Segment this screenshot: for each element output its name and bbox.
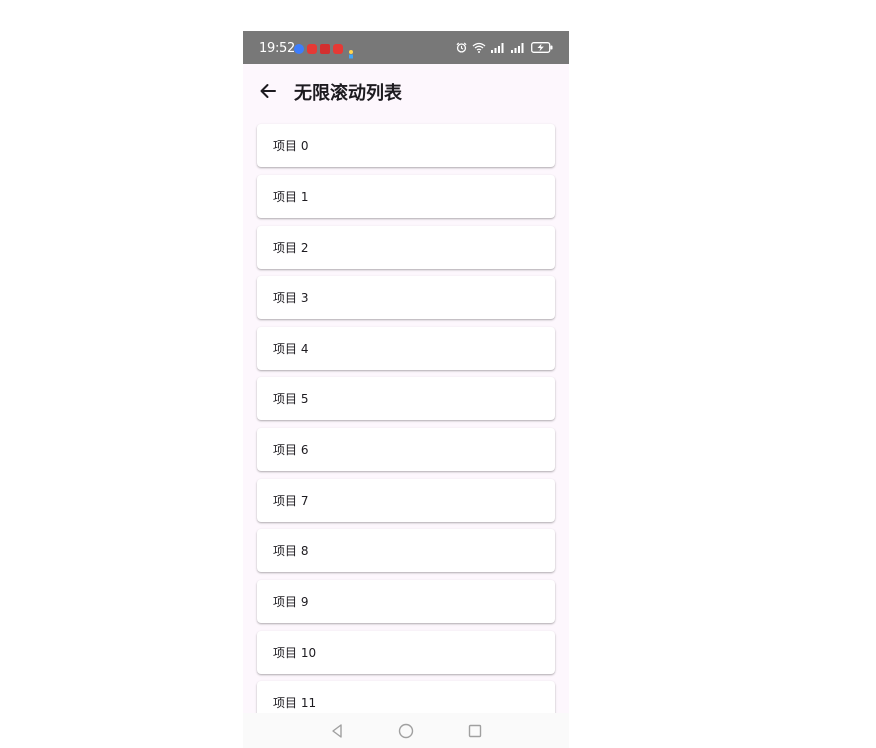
system-icons bbox=[456, 42, 553, 53]
app-person-icon bbox=[346, 44, 356, 59]
list-item[interactable]: 项目 1 bbox=[257, 175, 555, 218]
arrow-left-icon bbox=[260, 84, 276, 98]
signal-icon bbox=[491, 43, 504, 53]
app-red-gift-icon bbox=[320, 44, 330, 54]
list-item-label: 项目 1 bbox=[273, 190, 309, 204]
list-item-label: 项目 0 bbox=[273, 139, 309, 153]
nav-recents-button[interactable] bbox=[466, 722, 484, 740]
list-item-label: 项目 4 bbox=[273, 342, 309, 356]
app-red-icon bbox=[307, 44, 317, 54]
list-item-label: 项目 10 bbox=[273, 646, 317, 660]
back-button[interactable] bbox=[257, 80, 279, 102]
list-item[interactable]: 项目 5 bbox=[257, 377, 555, 420]
signal-icon bbox=[511, 43, 524, 53]
system-nav-bar bbox=[243, 713, 569, 748]
app-blue-icon bbox=[294, 44, 304, 54]
recents-square-icon bbox=[468, 724, 482, 738]
list-item[interactable]: 项目 0 bbox=[257, 124, 555, 167]
phone-screen: 19:52 无限滚动列表 项目 0 项目 1 项目 2 项目 3 项目 4 项目… bbox=[243, 31, 569, 748]
back-triangle-icon bbox=[332, 724, 342, 738]
list-item-label: 项目 5 bbox=[273, 392, 309, 406]
list-item-label: 项目 11 bbox=[273, 696, 317, 710]
wifi-icon bbox=[472, 42, 486, 53]
list-item[interactable]: 项目 7 bbox=[257, 479, 555, 522]
status-time: 19:52 bbox=[259, 41, 295, 56]
list-item[interactable]: 项目 9 bbox=[257, 580, 555, 623]
page-title: 无限滚动列表 bbox=[294, 83, 402, 104]
list-item[interactable]: 项目 6 bbox=[257, 428, 555, 471]
alarm-icon bbox=[456, 42, 467, 53]
home-circle-icon bbox=[398, 723, 414, 739]
list-item[interactable]: 项目 8 bbox=[257, 529, 555, 572]
notification-icons bbox=[294, 44, 356, 59]
list-item[interactable]: 项目 2 bbox=[257, 226, 555, 269]
app-red-icon bbox=[333, 44, 343, 54]
list-item-label: 项目 9 bbox=[273, 595, 309, 609]
status-bar: 19:52 bbox=[243, 31, 569, 64]
list-item-label: 项目 8 bbox=[273, 544, 309, 558]
battery-charging-icon bbox=[531, 42, 553, 53]
list-item[interactable]: 项目 3 bbox=[257, 276, 555, 319]
nav-back-button[interactable] bbox=[328, 722, 346, 740]
list-item-label: 项目 7 bbox=[273, 494, 309, 508]
list-item-label: 项目 6 bbox=[273, 443, 309, 457]
app-bar: 无限滚动列表 bbox=[243, 64, 569, 120]
list-item-label: 项目 3 bbox=[273, 291, 309, 305]
list-item[interactable]: 项目 4 bbox=[257, 327, 555, 370]
list-item[interactable]: 项目 10 bbox=[257, 631, 555, 674]
list-item-label: 项目 2 bbox=[273, 241, 309, 255]
nav-home-button[interactable] bbox=[397, 722, 415, 740]
